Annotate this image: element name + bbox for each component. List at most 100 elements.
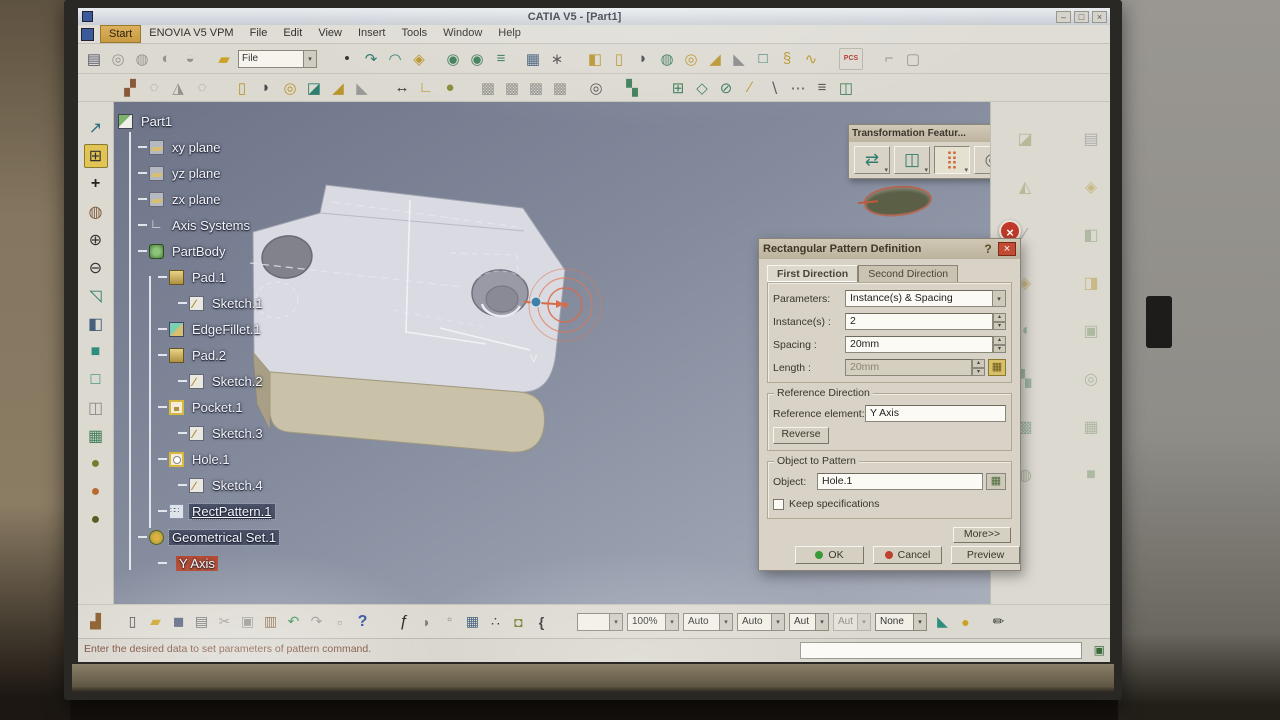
auto-combo-2[interactable]: Auto ▾ — [737, 613, 785, 631]
open-folder-icon[interactable]: ▰ — [212, 48, 236, 70]
rotate-icon[interactable]: ◍ — [84, 200, 108, 224]
iso-view-icon[interactable]: ◧ — [84, 312, 108, 336]
measure-icon[interactable]: ↔ — [390, 77, 414, 99]
inertia-icon[interactable]: ● — [438, 77, 462, 99]
dialog-title-bar[interactable]: Rectangular Pattern Definition ? × — [759, 239, 1020, 259]
sketch-arrows-icon[interactable]: ◮ — [166, 77, 190, 99]
pencil-icon[interactable]: ✏ — [987, 611, 1010, 633]
menu-tools[interactable]: Tools — [393, 25, 435, 43]
normal-view-icon[interactable]: ◹ — [84, 284, 108, 308]
enovia-icon-4[interactable]: ◒ — [178, 48, 202, 70]
search-assembly-icon[interactable]: ◉ — [465, 48, 489, 70]
hole-icon[interactable]: ◎ — [679, 48, 703, 70]
menu-window[interactable]: Window — [435, 25, 490, 43]
material-ball-icon-1[interactable]: ● — [84, 452, 108, 476]
rect-pattern-button[interactable]: ⣿ ▾ — [934, 146, 970, 174]
sketcher-dim-icon-2[interactable]: ◌ — [190, 77, 214, 99]
fx-icon[interactable]: ƒ — [392, 611, 415, 633]
menu-help[interactable]: Help — [490, 25, 529, 43]
draft-icon[interactable]: ◣ — [727, 48, 751, 70]
tree-item-sketch4[interactable]: Sketch.4 — [118, 472, 358, 498]
instances-spinner[interactable]: ▴▾ — [993, 313, 1006, 330]
list-icon[interactable]: ≡ — [810, 77, 834, 99]
preview-button[interactable]: Preview — [951, 546, 1020, 564]
parameters-combo-arrow-icon[interactable]: ▾ — [993, 290, 1006, 307]
whats-this-icon[interactable]: ? — [351, 611, 374, 633]
history-icon[interactable]: ▫ — [328, 611, 351, 633]
sketcher-dim-icon-1[interactable]: ◌ — [142, 77, 166, 99]
checker-icon[interactable]: ▦ — [84, 424, 108, 448]
grid-feature-icon[interactable]: ▦ — [1079, 416, 1103, 438]
pan-icon[interactable]: + — [84, 172, 108, 196]
catalog-dim-icon-4[interactable]: ▩ — [548, 77, 572, 99]
tree-item-xy-plane[interactable]: xy plane — [118, 134, 358, 160]
tree-item-pad1[interactable]: Pad.1 — [118, 264, 358, 290]
cancel-button[interactable]: Cancel — [873, 546, 942, 564]
window-split-icon[interactable]: ⌐ — [877, 48, 901, 70]
menu-start[interactable]: Start — [100, 25, 141, 43]
save-icon[interactable]: ◼ — [167, 611, 190, 633]
menu-view[interactable]: View — [310, 25, 350, 43]
measure-tool-icon[interactable]: ▦ — [988, 359, 1006, 376]
catalog-dim-icon-3[interactable]: ▩ — [524, 77, 548, 99]
print-icon[interactable]: ▤ — [190, 611, 213, 633]
structure-icon[interactable]: ∴ — [484, 611, 507, 633]
lock-icon[interactable]: ◘ — [507, 611, 530, 633]
form-icon[interactable]: ▤ — [82, 48, 106, 70]
draft2-icon[interactable]: ◣ — [350, 77, 374, 99]
box-feature-icon-1[interactable]: ◈ — [1079, 176, 1103, 198]
tab-second-direction[interactable]: Second Direction — [858, 265, 958, 282]
line-pencil-icon[interactable]: ∕ — [738, 77, 762, 99]
thread-icon[interactable]: § — [775, 48, 799, 70]
rib-icon[interactable]: ∿ — [799, 48, 823, 70]
translation-button[interactable]: ⇄ ▾ — [854, 146, 890, 174]
tree-item-edgefillet1[interactable]: EdgeFillet.1 — [118, 316, 358, 342]
chamfer-icon[interactable]: ◢ — [703, 48, 727, 70]
tiny-dim-icon[interactable]: ° — [438, 611, 461, 633]
fly-icon[interactable]: ↗ — [84, 116, 108, 140]
open-icon[interactable]: ▰ — [144, 611, 167, 633]
enovia-icon-1[interactable]: ◎ — [106, 48, 130, 70]
sweep-icon[interactable]: ◭ — [1013, 176, 1037, 198]
power-input[interactable] — [800, 642, 1082, 659]
spacing-spinner[interactable]: ▴▾ — [993, 336, 1006, 353]
new-icon[interactable]: ▯ — [121, 611, 144, 633]
edgefillet-icon[interactable]: ◪ — [302, 77, 326, 99]
undo-icon[interactable]: ↶ — [282, 611, 305, 633]
tree-item-yz-plane[interactable]: yz plane — [118, 160, 358, 186]
spacing-input[interactable]: 20mm — [845, 336, 993, 353]
no-show-icon[interactable]: ⊘ — [714, 77, 738, 99]
color-swatch-combo[interactable]: ▾ — [577, 613, 623, 631]
hole2-icon[interactable]: ◎ — [278, 77, 302, 99]
object-input[interactable]: Hole.1 — [817, 473, 983, 490]
zoom-out-icon[interactable]: ⊖ — [84, 256, 108, 280]
pocket-icon[interactable]: ▯ — [607, 48, 631, 70]
compass-ghost[interactable] — [865, 185, 931, 218]
measure-item-icon[interactable]: ∟ — [414, 77, 438, 99]
copy-icon[interactable]: ▣ — [236, 611, 259, 633]
scaling-button[interactable]: ◎ ▾ — [974, 146, 990, 174]
tree-item-y-axis[interactable]: Y Axis — [118, 550, 358, 576]
material-icon[interactable]: ▚ — [620, 77, 644, 99]
tree-item-hole1[interactable]: Hole.1 — [118, 446, 358, 472]
frame-icon[interactable]: ▢ — [901, 48, 925, 70]
formula-bubble-icon[interactable]: ◗ — [415, 611, 438, 633]
parameters-combo[interactable]: Instance(s) & Spacing — [845, 290, 993, 307]
surface-icon[interactable]: ◠ — [383, 48, 407, 70]
catalog-dim-icon-2[interactable]: ▩ — [500, 77, 524, 99]
file-combo[interactable]: File ▾ — [238, 50, 317, 68]
paint-dot-icon[interactable]: • — [335, 48, 359, 70]
design-table-icon[interactable]: ▦ — [461, 611, 484, 633]
groove2-icon[interactable]: ◗ — [254, 77, 278, 99]
reverse-button[interactable]: Reverse — [773, 427, 829, 444]
stack-icon[interactable]: ≡ — [489, 48, 513, 70]
search-part-icon[interactable]: ◉ — [441, 48, 465, 70]
chamfer2-icon[interactable]: ◢ — [326, 77, 350, 99]
helix-icon[interactable]: ↷ — [359, 48, 383, 70]
menu-file[interactable]: File — [242, 25, 276, 43]
redo-icon[interactable]: ↷ — [305, 611, 328, 633]
hidden-line-icon[interactable]: ◫ — [84, 396, 108, 420]
dialog-help-button[interactable]: ? — [981, 242, 995, 256]
pen-ball-icon[interactable]: ● — [954, 611, 977, 633]
tree-item-zx-plane[interactable]: zx plane — [118, 186, 358, 212]
